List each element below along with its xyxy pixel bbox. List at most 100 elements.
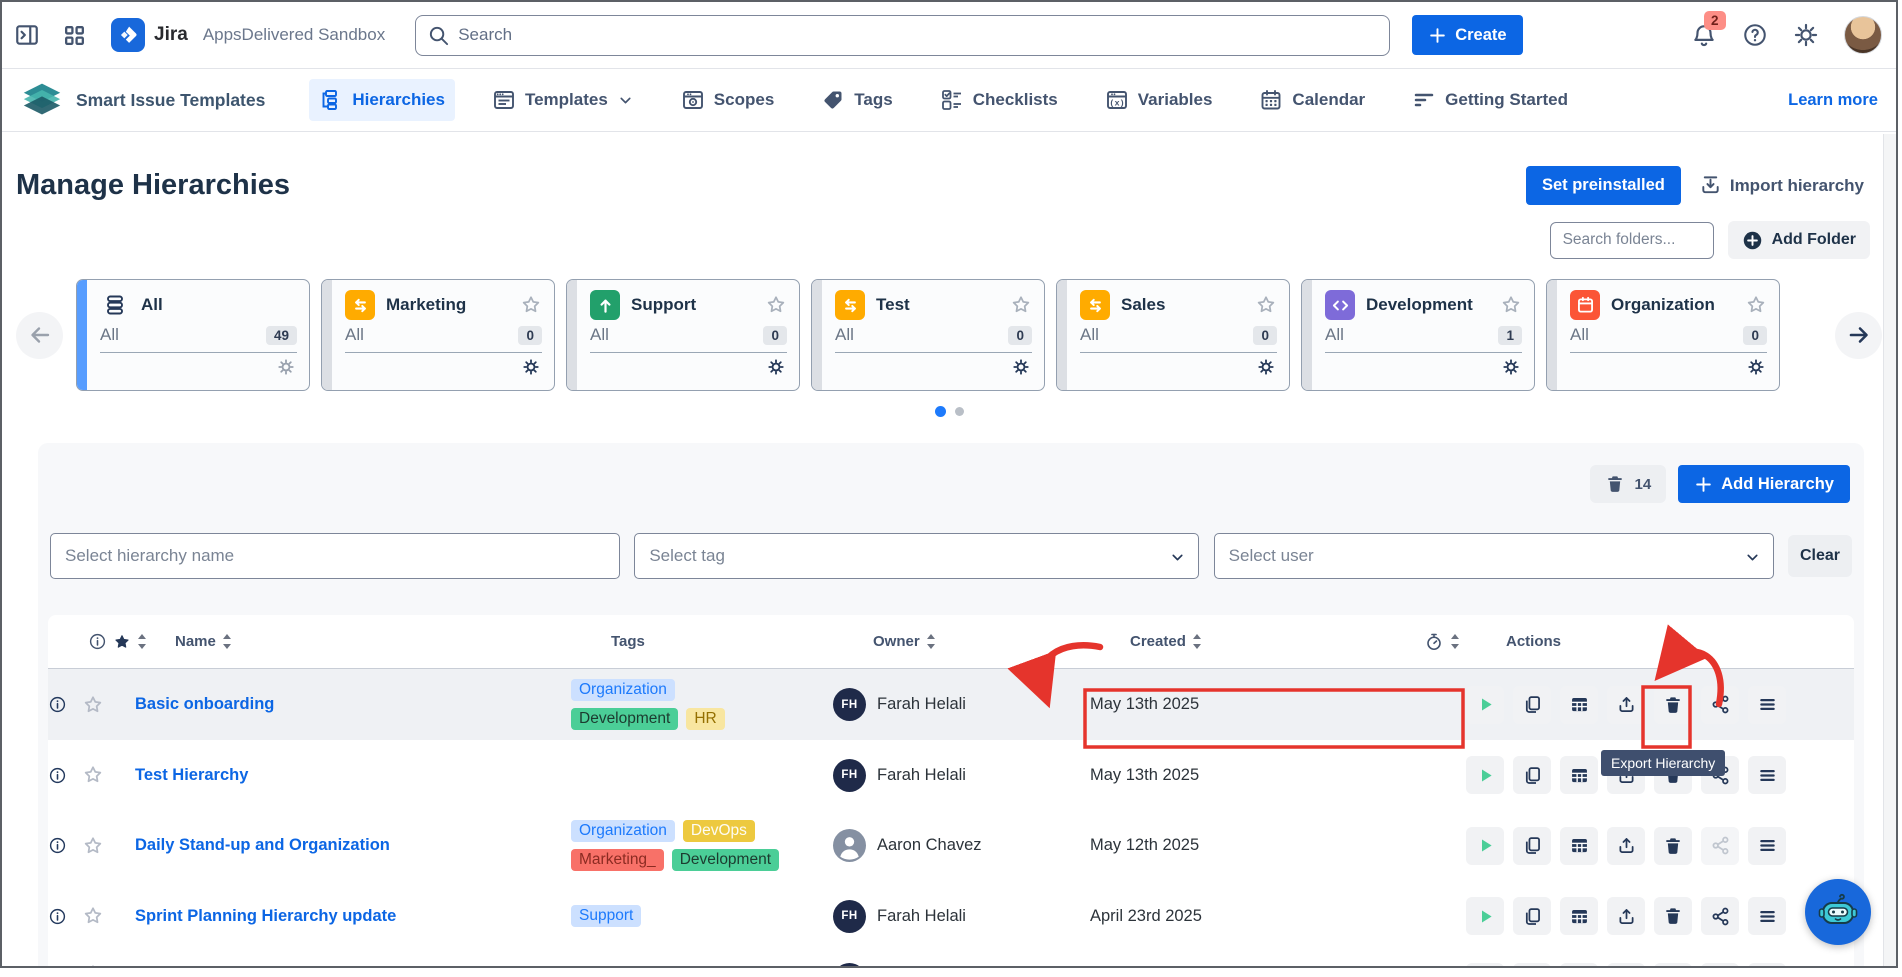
duplicate-button[interactable]: [1513, 827, 1551, 865]
star-icon[interactable]: [765, 294, 787, 316]
set-preinstalled-button[interactable]: Set preinstalled: [1526, 166, 1681, 205]
avatar[interactable]: [1844, 16, 1882, 54]
hierarchy-name-filter[interactable]: [50, 533, 620, 579]
folder-card-test[interactable]: TestAll0: [811, 279, 1045, 391]
folder-card-support[interactable]: SupportAll0: [566, 279, 800, 391]
duplicate-button[interactable]: [1513, 897, 1551, 935]
more-button[interactable]: [1748, 963, 1786, 968]
run-button[interactable]: [1466, 756, 1504, 794]
col-created[interactable]: Created: [1130, 633, 1186, 650]
gear-icon[interactable]: [1502, 358, 1520, 381]
gear-icon[interactable]: [1747, 358, 1765, 381]
nav-item-templates[interactable]: Templates: [482, 79, 644, 121]
run-button[interactable]: [1466, 686, 1504, 724]
table-view-button[interactable]: [1560, 756, 1598, 794]
sidebar-expand-icon[interactable]: [14, 22, 40, 48]
nav-item-calendar[interactable]: Calendar: [1249, 79, 1375, 121]
hierarchy-name-link[interactable]: Basic onboarding: [135, 695, 290, 713]
sort-icon[interactable]: [1192, 633, 1202, 650]
learn-more-link[interactable]: Learn more: [1788, 91, 1878, 110]
table-view-button[interactable]: [1560, 686, 1598, 724]
add-folder-button[interactable]: Add Folder: [1728, 221, 1870, 259]
share-button[interactable]: [1701, 686, 1739, 724]
more-button[interactable]: [1748, 756, 1786, 794]
assistant-bot-button[interactable]: [1805, 879, 1871, 945]
stopwatch-icon[interactable]: [1424, 632, 1444, 652]
folder-card-marketing[interactable]: MarketingAll0: [321, 279, 555, 391]
info-icon[interactable]: [48, 695, 67, 714]
export-button[interactable]: [1607, 897, 1645, 935]
folder-card-development[interactable]: DevelopmentAll1: [1301, 279, 1535, 391]
import-hierarchy-button[interactable]: Import hierarchy: [1699, 174, 1864, 197]
folder-card-organization[interactable]: OrganizationAll0: [1546, 279, 1780, 391]
info-icon[interactable]: [48, 907, 67, 926]
share-button[interactable]: [1701, 963, 1739, 968]
hierarchy-name-link[interactable]: Daily Stand-up and Organization: [135, 836, 406, 854]
create-button[interactable]: Create: [1412, 15, 1522, 55]
delete-button[interactable]: [1654, 897, 1692, 935]
nav-item-variables[interactable]: (x)Variables: [1095, 79, 1223, 121]
run-button[interactable]: [1466, 897, 1504, 935]
more-button[interactable]: [1748, 686, 1786, 724]
nav-item-tags[interactable]: Tags: [811, 79, 902, 121]
global-search-input[interactable]: [415, 15, 1390, 56]
nav-item-checklists[interactable]: Checklists: [930, 79, 1068, 121]
sort-icon[interactable]: [222, 633, 232, 650]
jira-logo[interactable]: [111, 18, 145, 52]
app-switcher-icon[interactable]: [62, 23, 87, 48]
delete-button[interactable]: [1654, 827, 1692, 865]
share-button[interactable]: [1701, 897, 1739, 935]
search-folders-input[interactable]: [1550, 222, 1714, 259]
table-view-button[interactable]: [1560, 827, 1598, 865]
more-button[interactable]: [1748, 827, 1786, 865]
clear-filters-button[interactable]: Clear: [1788, 535, 1852, 577]
star-icon[interactable]: [113, 633, 131, 651]
gear-icon[interactable]: [1257, 358, 1275, 381]
hierarchy-name-link[interactable]: Test Hierarchy: [135, 766, 264, 784]
run-button[interactable]: [1466, 963, 1504, 968]
scrollbar[interactable]: [1883, 134, 1896, 966]
star-icon[interactable]: [1255, 294, 1277, 316]
col-name[interactable]: Name: [175, 633, 216, 650]
star-icon[interactable]: [82, 963, 104, 968]
nav-item-scopes[interactable]: Scopes: [671, 79, 784, 121]
sort-icon[interactable]: [1450, 633, 1460, 650]
settings-button[interactable]: [1793, 22, 1819, 48]
star-icon[interactable]: [1500, 294, 1522, 316]
help-button[interactable]: [1742, 22, 1768, 48]
star-icon[interactable]: [82, 905, 104, 927]
carousel-prev-button[interactable]: [16, 312, 63, 359]
gear-icon[interactable]: [767, 358, 785, 381]
star-icon[interactable]: [1745, 294, 1767, 316]
duplicate-button[interactable]: [1513, 756, 1551, 794]
more-button[interactable]: [1748, 897, 1786, 935]
export-button[interactable]: [1607, 963, 1645, 968]
table-view-button[interactable]: [1560, 963, 1598, 968]
duplicate-button[interactable]: [1513, 686, 1551, 724]
info-icon[interactable]: [48, 766, 67, 785]
nav-item-getting-started[interactable]: Getting Started: [1402, 79, 1578, 121]
tag-filter-select[interactable]: Select tag: [634, 533, 1199, 579]
gear-icon[interactable]: [1012, 358, 1030, 381]
star-icon[interactable]: [82, 835, 104, 857]
info-icon[interactable]: [48, 836, 67, 855]
col-owner[interactable]: Owner: [873, 633, 920, 650]
delete-button[interactable]: [1654, 963, 1692, 968]
gear-icon[interactable]: [522, 358, 540, 381]
sort-icon[interactable]: [926, 633, 936, 650]
star-icon[interactable]: [82, 764, 104, 786]
notifications-button[interactable]: 2: [1691, 22, 1717, 48]
add-hierarchy-button[interactable]: Add Hierarchy: [1678, 465, 1850, 503]
nav-item-hierarchies[interactable]: Hierarchies: [309, 79, 455, 121]
folder-card-all[interactable]: AllAll49: [76, 279, 310, 391]
hierarchy-name-link[interactable]: Sprint Planning Hierarchy update: [135, 907, 412, 925]
duplicate-button[interactable]: [1513, 963, 1551, 968]
export-button[interactable]: [1607, 827, 1645, 865]
table-view-button[interactable]: [1560, 897, 1598, 935]
folder-card-sales[interactable]: SalesAll0: [1056, 279, 1290, 391]
carousel-next-button[interactable]: [1835, 312, 1882, 359]
carousel-dot-2[interactable]: [955, 407, 964, 416]
export-button[interactable]: [1607, 686, 1645, 724]
deleted-items-button[interactable]: 14: [1590, 465, 1667, 503]
info-icon[interactable]: [88, 632, 107, 651]
